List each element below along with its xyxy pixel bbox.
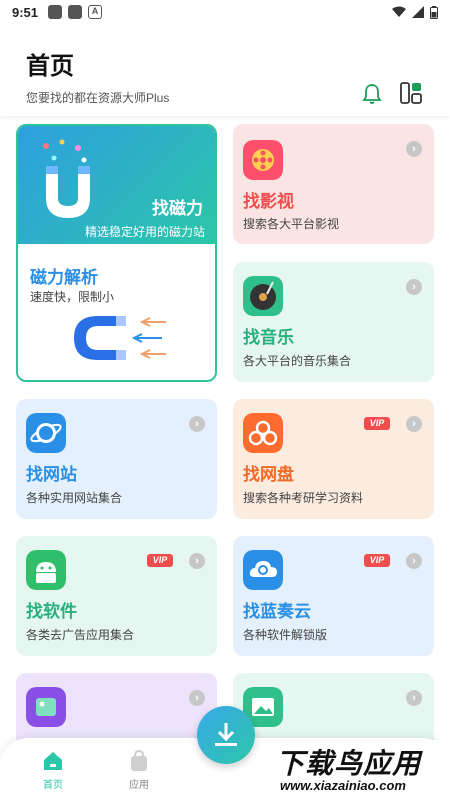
card-title: 找蓝奏云 (243, 602, 311, 621)
android-icon (26, 550, 66, 590)
page-title: 首页 (26, 53, 74, 80)
magnet-card-title: 找磁力 (152, 199, 203, 218)
card-desc: 各种实用网站集合 (26, 491, 123, 505)
card-find-website[interactable]: › 找网站 各种实用网站集合 (16, 399, 217, 519)
blue-cloud-icon (243, 550, 283, 590)
chevron-right-icon: › (406, 416, 422, 432)
notification-icon (48, 5, 63, 19)
magnet-parse-title: 磁力解析 (30, 268, 98, 287)
page-subtitle: 您要找的都在资源大师Plus (26, 91, 170, 105)
planet-icon (26, 413, 66, 453)
notification-icon (68, 5, 83, 19)
card-find-lanzou[interactable]: VIP › 找蓝奏云 各种软件解锁版 (233, 536, 434, 656)
chevron-right-icon: › (189, 416, 205, 432)
magnet-icon (43, 139, 90, 218)
chevron-right-icon: › (406, 690, 422, 706)
picture-icon (26, 687, 66, 727)
nav-apps-label: 应用 (129, 780, 149, 791)
vinyl-record-icon (243, 276, 283, 316)
nav-home[interactable]: 首页 (33, 750, 73, 791)
card-desc: 搜索各大平台影视 (243, 217, 340, 231)
card-title: 找软件 (26, 602, 77, 621)
watermark-url: www.xiazainiao.com (280, 778, 406, 793)
shopping-bag-icon (131, 750, 147, 771)
nav-apps[interactable]: 应用 (119, 750, 159, 791)
watermark-logo: 下载鸟应用 www.xiazainiao.com (270, 740, 450, 798)
wifi-icon (392, 6, 406, 17)
card-find-video[interactable]: › 找影视 搜索各大平台影视 (233, 124, 434, 244)
download-icon (215, 723, 237, 746)
bell-icon[interactable] (360, 82, 384, 106)
card-title: 找音乐 (243, 328, 294, 347)
notification-letter-icon: A (88, 5, 103, 19)
magnet-card[interactable]: 找磁力 精选稳定好用的磁力站 磁力解析 速度快，限制小 (16, 124, 217, 382)
card-desc: 各种软件解锁版 (243, 628, 328, 642)
card-title: 找网站 (26, 465, 77, 484)
card-title: 找影视 (243, 192, 294, 211)
chevron-right-icon: › (189, 553, 205, 569)
home-icon (44, 752, 62, 770)
card-title: 找网盘 (243, 465, 294, 484)
magnet-horizontal-icon (74, 316, 166, 360)
magnet-card-subtitle: 精选稳定好用的磁力站 (84, 225, 205, 239)
card-desc: 各类去广告应用集合 (26, 628, 135, 642)
film-reel-icon (243, 140, 283, 180)
chevron-right-icon: › (189, 690, 205, 706)
vip-badge: VIP (364, 417, 390, 430)
clock: 9:51 (12, 4, 39, 20)
watermark-title: 下载鸟应用 (276, 748, 422, 779)
battery-icon (430, 5, 438, 19)
card-desc: 搜索各种考研学习资料 (243, 491, 364, 505)
card-find-music[interactable]: › 找音乐 各大平台的音乐集合 (233, 262, 434, 382)
card-find-netdisk[interactable]: VIP › 找网盘 搜索各种考研学习资料 (233, 399, 434, 519)
magnet-parse-desc: 速度快，限制小 (30, 290, 115, 304)
signal-icon (412, 6, 424, 18)
layout-switch-icon[interactable] (400, 82, 422, 104)
chevron-right-icon: › (406, 553, 422, 569)
chevron-right-icon: › (406, 141, 422, 157)
vip-badge: VIP (364, 554, 390, 567)
page-header: 首页 您要找的都在资源大师Plus (0, 24, 450, 116)
card-desc: 各大平台的音乐集合 (243, 354, 352, 368)
chevron-right-icon: › (406, 279, 422, 295)
vip-badge: VIP (147, 554, 173, 567)
magnet-card-banner: 找磁力 精选稳定好用的磁力站 (18, 126, 215, 244)
download-button[interactable] (197, 706, 255, 764)
cloud-share-icon (243, 413, 283, 453)
nav-home-label: 首页 (43, 780, 63, 791)
status-bar: 9:51 A (0, 0, 450, 24)
card-find-software[interactable]: VIP › 找软件 各类去广告应用集合 (16, 536, 217, 656)
